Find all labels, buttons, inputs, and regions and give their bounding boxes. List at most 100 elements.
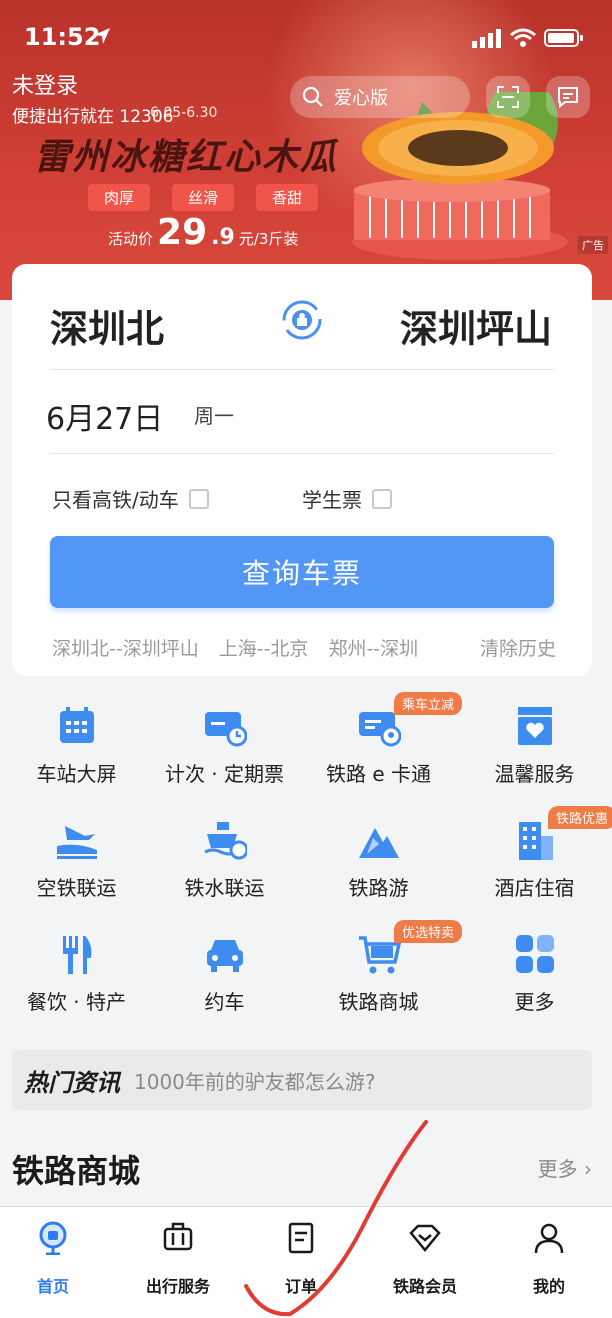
service-rail-ship[interactable]: 铁水联运 (148, 808, 301, 918)
badge-special-sale: 优选特卖 (394, 920, 463, 943)
status-time: 11:52 (24, 23, 101, 51)
highspeed-option[interactable]: 只看高铁/动车 (52, 484, 209, 513)
search-history: 深圳北--深圳坪山 上海--北京 郑州--深圳 清除历史 (52, 634, 556, 661)
home-rail-icon (39, 1221, 67, 1256)
scan-icon (497, 86, 519, 108)
query-tickets-button[interactable]: 查询车票 (50, 536, 554, 608)
search-placeholder: 爱心版 (334, 88, 388, 109)
service-label: 铁路商城 (338, 990, 419, 1014)
travel-date[interactable]: 6月27日 (46, 394, 163, 438)
promo-price: 活动价 29.9 元/3斤装 (108, 212, 298, 253)
promo-tag: 丝滑 (172, 184, 235, 211)
service-care[interactable]: 温馨服务 (458, 694, 611, 804)
service-more[interactable]: 更多 (458, 922, 611, 1032)
price-unit: 元/3斤装 (238, 230, 299, 248)
student-checkbox[interactable] (372, 488, 392, 509)
member-diamond-icon (409, 1224, 441, 1252)
service-label: 车站大屏 (36, 762, 117, 786)
signal-icon (472, 29, 501, 48)
divider (50, 453, 554, 454)
podium-graphic (352, 180, 568, 260)
order-icon (288, 1222, 314, 1254)
scan-button[interactable] (486, 76, 530, 118)
luggage-icon (163, 1222, 193, 1251)
care-service-icon (517, 707, 552, 745)
service-label: 计次 · 定期票 (164, 762, 285, 786)
service-ticket-pass[interactable]: 计次 · 定期票 (148, 694, 301, 804)
ticket-pass-icon (204, 712, 247, 747)
highspeed-label: 只看高铁/动车 (52, 488, 179, 512)
service-label: 餐饮 · 特产 (26, 990, 127, 1014)
search-bar[interactable]: 爱心版 (290, 76, 470, 118)
promo-banner[interactable]: 11:52 未登录 便捷出行就在 12306 6.05-6.30 雷州冰糖红心木… (0, 0, 612, 300)
tab-home[interactable]: 首页 (0, 1221, 114, 1297)
search-icon (302, 86, 323, 107)
service-label: 温馨服务 (494, 762, 575, 786)
mall-more-link[interactable]: 更多 › (538, 1153, 592, 1182)
from-station[interactable]: 深圳北 (50, 298, 164, 353)
service-label: 空铁联运 (36, 876, 117, 900)
tab-label: 我的 (532, 1277, 565, 1296)
history-item[interactable]: 郑州--深圳 (328, 634, 418, 661)
hot-news-label: 热门资讯 (24, 1068, 120, 1097)
student-label: 学生票 (302, 488, 362, 512)
student-option[interactable]: 学生票 (302, 484, 392, 513)
tab-orders[interactable]: 订单 (240, 1221, 362, 1297)
ticket-search-card: 深圳北 深圳坪山 6月27日 周一 只看高铁/动车 学生票 查询车票 深圳北--… (12, 264, 592, 676)
price-integer: 29 (157, 212, 208, 253)
badge-ride-discount: 乘车立减 (394, 692, 463, 715)
promo-tag: 香甜 (256, 184, 319, 211)
more-grid-icon (515, 935, 554, 973)
mall-section-title: 铁路商城 (12, 1152, 141, 1190)
tab-profile[interactable]: 我的 (488, 1221, 610, 1297)
service-car[interactable]: 约车 (148, 922, 301, 1032)
tab-label: 首页 (36, 1277, 69, 1296)
message-icon (558, 87, 578, 109)
service-air-rail[interactable]: 空铁联运 (0, 808, 153, 918)
car-icon (206, 940, 243, 972)
history-item[interactable]: 上海--北京 (219, 634, 309, 661)
service-label: 铁水联运 (184, 876, 265, 900)
clear-history-button[interactable]: 清除历史 (480, 634, 556, 661)
service-label: 约车 (204, 990, 245, 1014)
profile-icon (534, 1223, 564, 1254)
service-rail-tour[interactable]: 铁路游 (302, 808, 455, 918)
bottom-tab-bar: 首页 出行服务 订单 铁路会员 我的 (0, 1206, 612, 1318)
hot-news-bar[interactable]: 热门资讯 1000年前的驴友都怎么游? (12, 1050, 592, 1110)
price-decimal: .9 (211, 225, 235, 250)
service-label: 酒店住宿 (494, 876, 575, 900)
tab-member[interactable]: 铁路会员 (364, 1221, 486, 1297)
status-bar: 11:52 (0, 18, 612, 58)
battery-icon (544, 29, 583, 47)
promo-tag: 肉厚 (88, 184, 151, 211)
price-label: 活动价 (108, 230, 154, 248)
promo-tags: 肉厚 丝滑 香甜 (88, 184, 319, 211)
travel-weekday: 周一 (194, 404, 234, 428)
status-icons (472, 28, 584, 48)
service-label: 铁路 e 卡通 (325, 762, 432, 786)
badge-rail-discount: 铁路优惠 (548, 806, 612, 829)
tab-travel-service[interactable]: 出行服务 (117, 1221, 239, 1297)
service-label: 铁路游 (348, 876, 409, 900)
promo-title: 雷州冰糖红心木瓜 (34, 137, 339, 178)
tab-label: 出行服务 (145, 1277, 210, 1296)
location-arrow-icon (94, 28, 110, 44)
ad-label: 广告 (578, 236, 608, 254)
divider (50, 369, 554, 370)
wifi-icon (510, 28, 536, 47)
hot-news-headline[interactable]: 1000年前的驴友都怎么游? (134, 1066, 376, 1095)
highspeed-checkbox[interactable] (188, 488, 209, 509)
service-label: 更多 (514, 990, 555, 1014)
message-button[interactable] (546, 76, 590, 118)
to-station[interactable]: 深圳坪山 (400, 298, 552, 353)
swap-stations-icon[interactable] (280, 298, 324, 342)
service-dining[interactable]: 餐饮 · 特产 (0, 922, 153, 1032)
tab-label: 订单 (284, 1277, 317, 1296)
login-status[interactable]: 未登录 (12, 68, 78, 100)
rail-tour-icon (358, 828, 399, 858)
service-station-screen[interactable]: 车站大屏 (0, 694, 153, 804)
promo-dates: 6.05-6.30 (150, 105, 218, 121)
history-item[interactable]: 深圳北--深圳坪山 (52, 634, 199, 661)
station-screen-icon (59, 707, 94, 743)
rail-ship-icon (203, 822, 247, 860)
